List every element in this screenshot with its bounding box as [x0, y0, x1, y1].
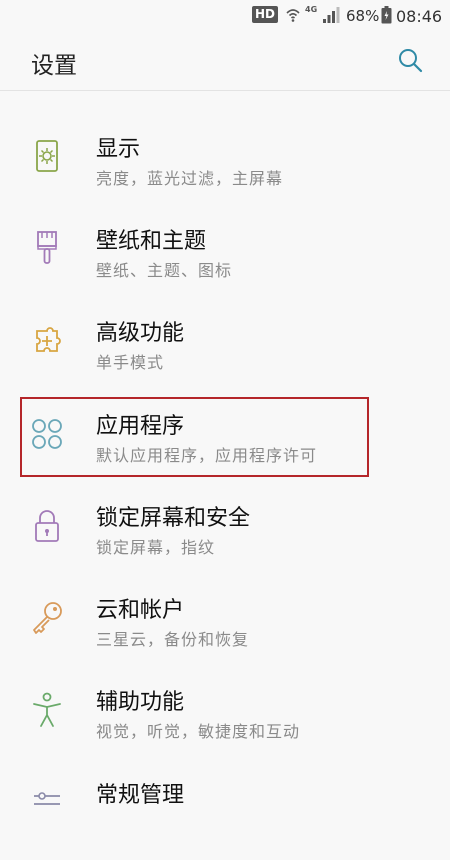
settings-item-subtitle: 壁纸、主题、图标 [96, 261, 233, 280]
puzzle-plus-icon [36, 327, 61, 352]
settings-item-apps[interactable]: 应用程序 默认应用程序，应用程序许可 [0, 399, 450, 491]
settings-item-subtitle: 单手模式 [96, 353, 165, 372]
brush-icon [37, 231, 57, 264]
battery-icon [381, 6, 392, 24]
lock-icon [35, 510, 59, 542]
search-icon[interactable] [396, 46, 424, 74]
battery-percent: 68% [346, 7, 380, 25]
settings-item-label: 辅助功能 [96, 690, 185, 715]
settings-item-label: 云和帐户 [96, 598, 185, 623]
settings-item-lock-screen-security[interactable]: 锁定屏幕和安全 锁定屏幕，指纹 [0, 491, 450, 583]
key-icon [33, 602, 62, 634]
network-type: 4G [305, 5, 318, 14]
settings-item-label: 应用程序 [96, 414, 185, 439]
settings-item-accessibility[interactable]: 辅助功能 视觉，听觉，敏捷度和互动 [0, 675, 450, 767]
general-management-icon [34, 792, 60, 805]
apps-grid-icon [32, 419, 62, 449]
settings-item-label: 锁定屏幕和安全 [96, 506, 251, 531]
settings-item-label: 显示 [96, 137, 141, 162]
settings-item-subtitle: 亮度，蓝光过滤，主屏幕 [96, 169, 284, 188]
settings-item-advanced-features[interactable]: 高级功能 单手模式 [0, 306, 450, 398]
hd-badge: HD [252, 6, 278, 23]
settings-item-label: 壁纸和主题 [96, 229, 207, 254]
settings-item-subtitle: 默认应用程序，应用程序许可 [96, 446, 318, 465]
accessibility-icon [33, 692, 61, 727]
wifi-icon [286, 9, 300, 22]
settings-item-label: 高级功能 [96, 321, 185, 346]
settings-item-wallpaper-themes[interactable]: 壁纸和主题 壁纸、主题、图标 [0, 214, 450, 306]
signal-icon [323, 7, 340, 23]
status-bar: HD 4G 68% 08:46 [0, 0, 450, 30]
settings-item-subtitle: 视觉，听觉，敏捷度和互动 [96, 722, 301, 741]
settings-item-subtitle: 三星云，备份和恢复 [96, 630, 250, 649]
settings-item-label: 常规管理 [96, 783, 185, 808]
settings-item-display[interactable]: 显示 亮度，蓝光过滤，主屏幕 [0, 121, 450, 213]
clock: 08:46 [396, 7, 443, 26]
page-title: 设置 [31, 53, 77, 79]
display-icon [36, 140, 58, 172]
settings-item-cloud-accounts[interactable]: 云和帐户 三星云，备份和恢复 [0, 583, 450, 675]
app-header: 设置 [0, 30, 450, 91]
settings-item-subtitle: 锁定屏幕，指纹 [96, 538, 216, 557]
settings-item-general-management[interactable]: 常规管理 [0, 768, 450, 860]
